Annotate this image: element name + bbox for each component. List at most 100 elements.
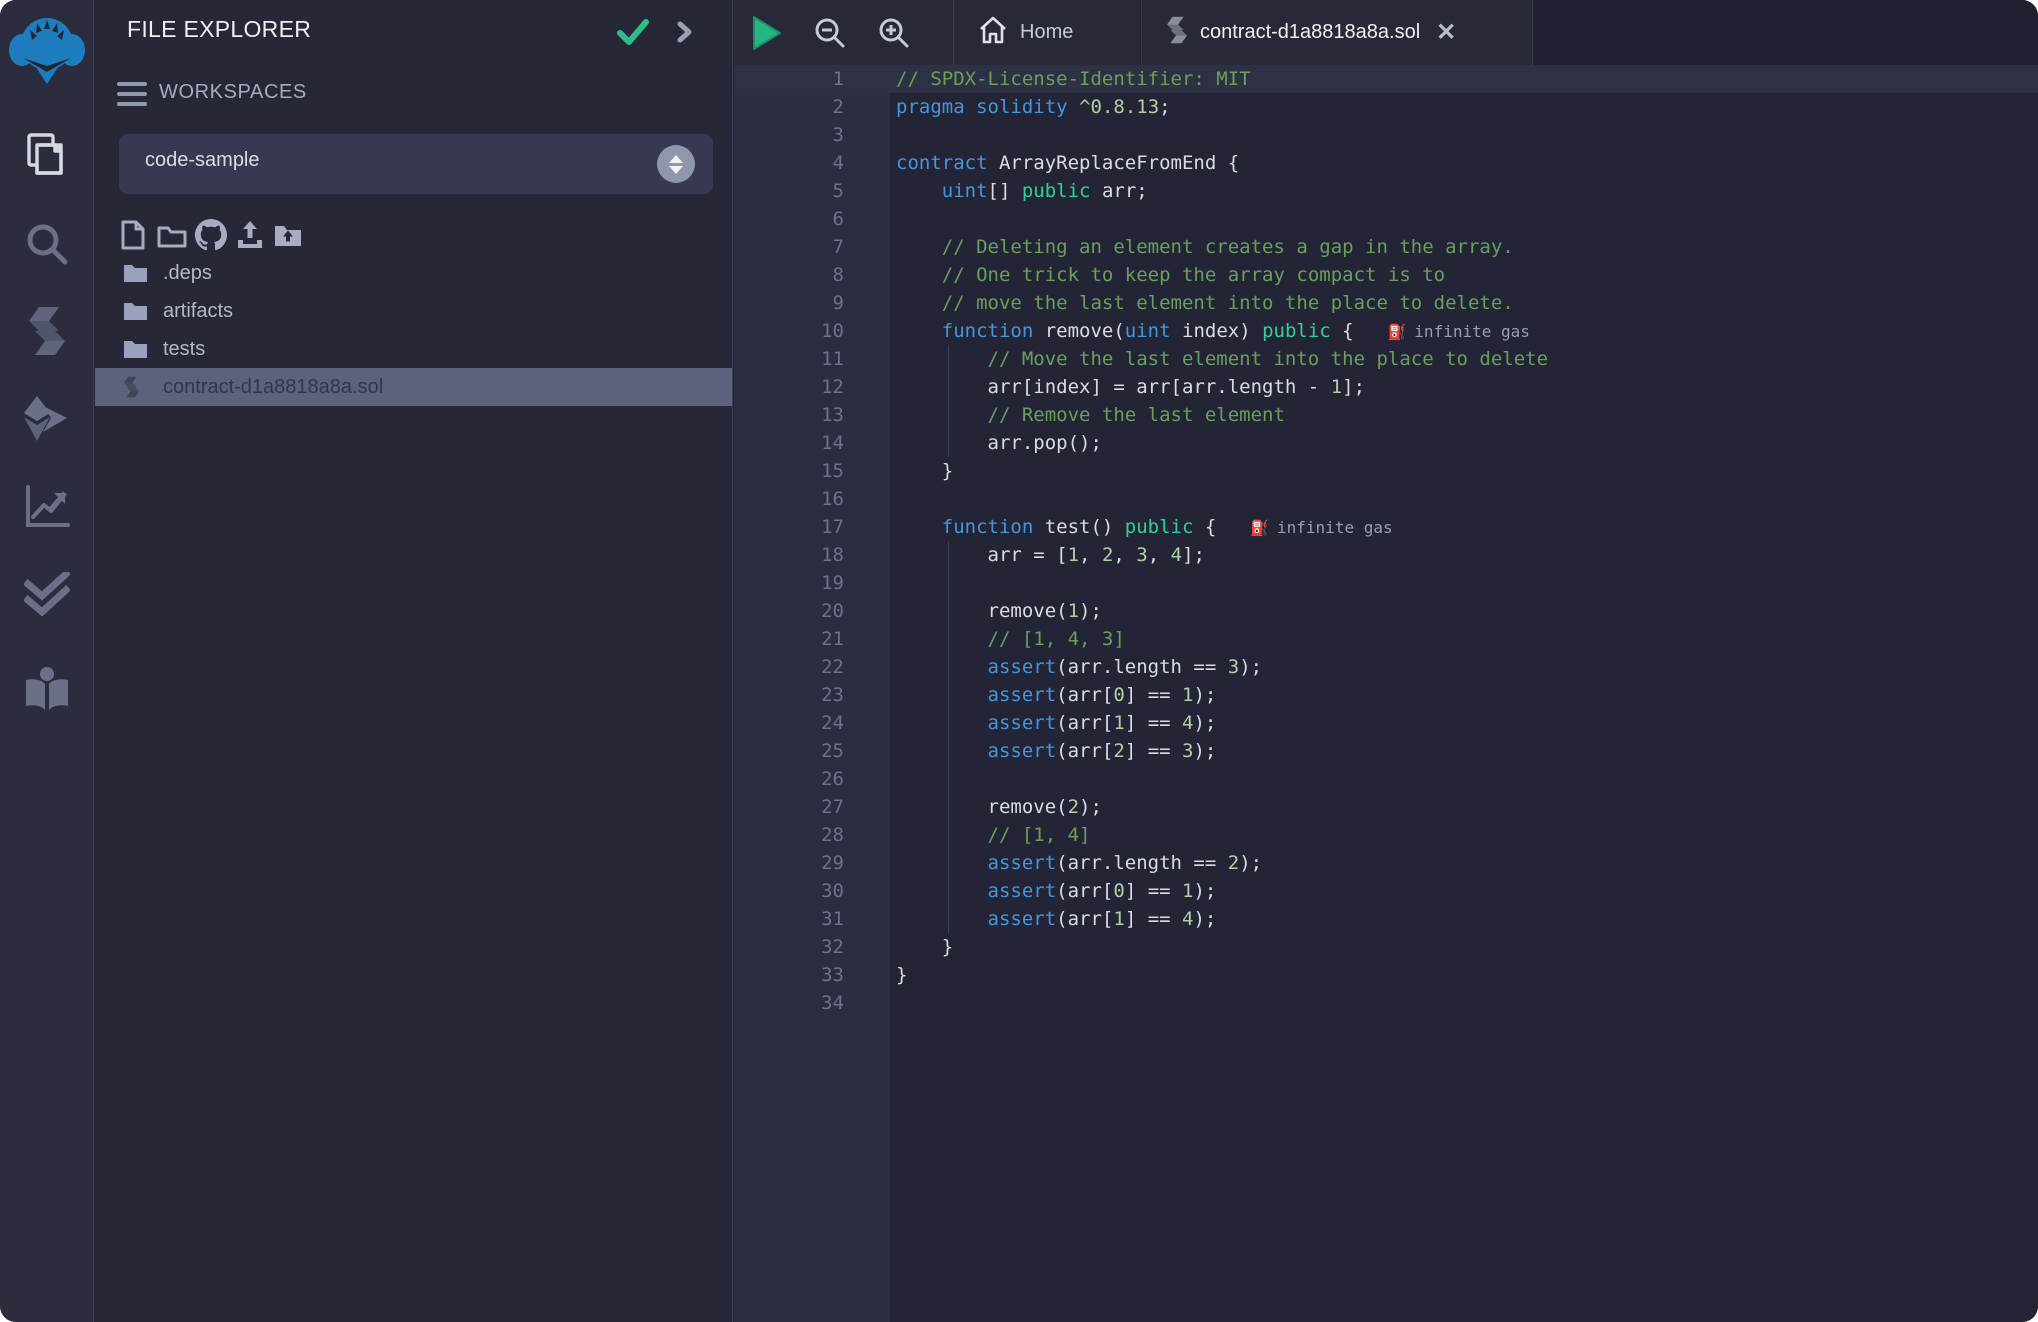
code-line[interactable]: 16 [734, 485, 2038, 513]
tree-item-label: .deps [163, 262, 212, 285]
code-line[interactable]: 30 assert(arr[0] == 1); [734, 877, 2038, 905]
code-line[interactable]: 19 [734, 569, 2038, 597]
code-line[interactable]: 1// SPDX-License-Identifier: MIT [734, 65, 2038, 93]
line-content: arr = [1, 2, 3, 4]; [890, 541, 2038, 569]
code-line[interactable]: 10 function remove(uint index) public {⛽… [734, 317, 2038, 345]
learneth-icon[interactable] [0, 665, 94, 713]
line-content: function remove(uint index) public {⛽inf… [890, 317, 2038, 345]
code-line[interactable]: 29 assert(arr.length == 2); [734, 849, 2038, 877]
line-number: 5 [734, 177, 890, 205]
line-content: // [1, 4, 3] [890, 625, 2038, 653]
code-line[interactable]: 34 [734, 989, 2038, 1017]
code-line[interactable]: 18 arr = [1, 2, 3, 4]; [734, 541, 2038, 569]
line-content: } [890, 961, 2038, 989]
code-line[interactable]: 17 function test() public {⛽infinite gas [734, 513, 2038, 541]
code-line[interactable]: 31 assert(arr[1] == 4); [734, 905, 2038, 933]
solidity-file-icon [123, 376, 149, 398]
line-content [890, 569, 2038, 597]
new-file-icon[interactable] [121, 216, 145, 254]
code-line[interactable]: 4contract ArrayReplaceFromEnd { [734, 149, 2038, 177]
code-line[interactable]: 27 remove(2); [734, 793, 2038, 821]
indent-guide [948, 373, 949, 401]
line-content: assert(arr[2] == 3); [890, 737, 2038, 765]
remix-logo-icon[interactable] [8, 6, 86, 90]
indent-guide [948, 765, 949, 793]
line-content: arr.pop(); [890, 429, 2038, 457]
line-content: assert(arr.length == 2); [890, 849, 2038, 877]
line-content [890, 485, 2038, 513]
line-content: // One trick to keep the array compact i… [890, 261, 2038, 289]
indent-guide [948, 821, 949, 849]
workspaces-row: WORKSPACES [95, 78, 732, 114]
zoom-out-icon[interactable] [798, 0, 862, 65]
line-number: 23 [734, 681, 890, 709]
line-content: assert(arr[0] == 1); [890, 681, 2038, 709]
line-number: 27 [734, 793, 890, 821]
gas-pump-icon: ⛽ [1250, 519, 1269, 537]
code-line[interactable]: 8 // One trick to keep the array compact… [734, 261, 2038, 289]
code-line[interactable]: 26 [734, 765, 2038, 793]
icon-sidebar [0, 0, 94, 1322]
code-line[interactable]: 33} [734, 961, 2038, 989]
analysis-icon[interactable] [0, 483, 94, 531]
code-line[interactable]: 13 // Remove the last element [734, 401, 2038, 429]
upload-folder-icon[interactable] [273, 216, 303, 254]
line-number: 15 [734, 457, 890, 485]
code-line[interactable]: 20 remove(1); [734, 597, 2038, 625]
workspace-ok-check-icon [616, 17, 650, 52]
tree-folder-row[interactable]: artifacts [95, 292, 732, 330]
tree-item-label: artifacts [163, 300, 233, 323]
tree-folder-row[interactable]: .deps [95, 254, 732, 292]
tree-folder-row[interactable]: tests [95, 330, 732, 368]
code-line[interactable]: 28 // [1, 4] [734, 821, 2038, 849]
run-script-button[interactable] [734, 0, 798, 65]
panel-expand-chevron-icon[interactable] [675, 18, 695, 51]
tab-home[interactable]: Home [953, 0, 1140, 65]
line-number: 25 [734, 737, 890, 765]
file-explorer-icon[interactable] [0, 131, 94, 179]
line-number: 4 [734, 149, 890, 177]
code-lines: 1// SPDX-License-Identifier: MIT2pragma … [734, 65, 2038, 1017]
code-line[interactable]: 6 [734, 205, 2038, 233]
line-number: 22 [734, 653, 890, 681]
code-line[interactable]: 3 [734, 121, 2038, 149]
code-line[interactable]: 2pragma solidity ^0.8.13; [734, 93, 2038, 121]
file-explorer-panel: FILE EXPLORER WORKSPACES code-sample [95, 0, 733, 1322]
code-line[interactable]: 15 } [734, 457, 2038, 485]
code-line[interactable]: 21 // [1, 4, 3] [734, 625, 2038, 653]
line-number: 16 [734, 485, 890, 513]
zoom-in-icon[interactable] [862, 0, 926, 65]
code-line[interactable]: 24 assert(arr[1] == 4); [734, 709, 2038, 737]
line-number: 26 [734, 765, 890, 793]
code-line[interactable]: 7 // Deleting an element creates a gap i… [734, 233, 2038, 261]
new-folder-icon[interactable] [157, 216, 187, 254]
line-content: assert(arr.length == 3); [890, 653, 2038, 681]
search-icon[interactable] [0, 220, 94, 268]
workspaces-menu-icon[interactable] [117, 82, 147, 108]
tree-file-row[interactable]: contract-d1a8818a8a.sol [95, 368, 732, 406]
code-line[interactable]: 11 // Move the last element into the pla… [734, 345, 2038, 373]
line-number: 29 [734, 849, 890, 877]
code-line[interactable]: 25 assert(arr[2] == 3); [734, 737, 2038, 765]
solidity-compiler-icon[interactable] [0, 307, 94, 355]
tab-contract-file[interactable]: contract-d1a8818a8a.sol ✕ [1141, 0, 1533, 65]
workspace-sort-icon[interactable] [657, 145, 695, 183]
upload-file-icon[interactable] [235, 216, 265, 254]
folder-icon [123, 338, 149, 360]
code-line[interactable]: 9 // move the last element into the plac… [734, 289, 2038, 317]
code-line[interactable]: 32 } [734, 933, 2038, 961]
close-tab-icon[interactable]: ✕ [1436, 21, 1456, 45]
solidity-file-icon [1166, 16, 1188, 49]
code-line[interactable]: 14 arr.pop(); [734, 429, 2038, 457]
code-line[interactable]: 22 assert(arr.length == 3); [734, 653, 2038, 681]
line-content: // move the last element into the place … [890, 289, 2038, 317]
code-line[interactable]: 23 assert(arr[0] == 1); [734, 681, 2038, 709]
unit-testing-icon[interactable] [0, 570, 94, 618]
workspace-select[interactable]: code-sample [119, 134, 713, 194]
code-editor[interactable]: 1// SPDX-License-Identifier: MIT2pragma … [734, 65, 2038, 1322]
indent-guide [948, 625, 949, 653]
code-line[interactable]: 12 arr[index] = arr[arr.length - 1]; [734, 373, 2038, 401]
code-line[interactable]: 5 uint[] public arr; [734, 177, 2038, 205]
deploy-run-icon[interactable] [0, 395, 94, 443]
github-icon[interactable] [195, 216, 227, 254]
